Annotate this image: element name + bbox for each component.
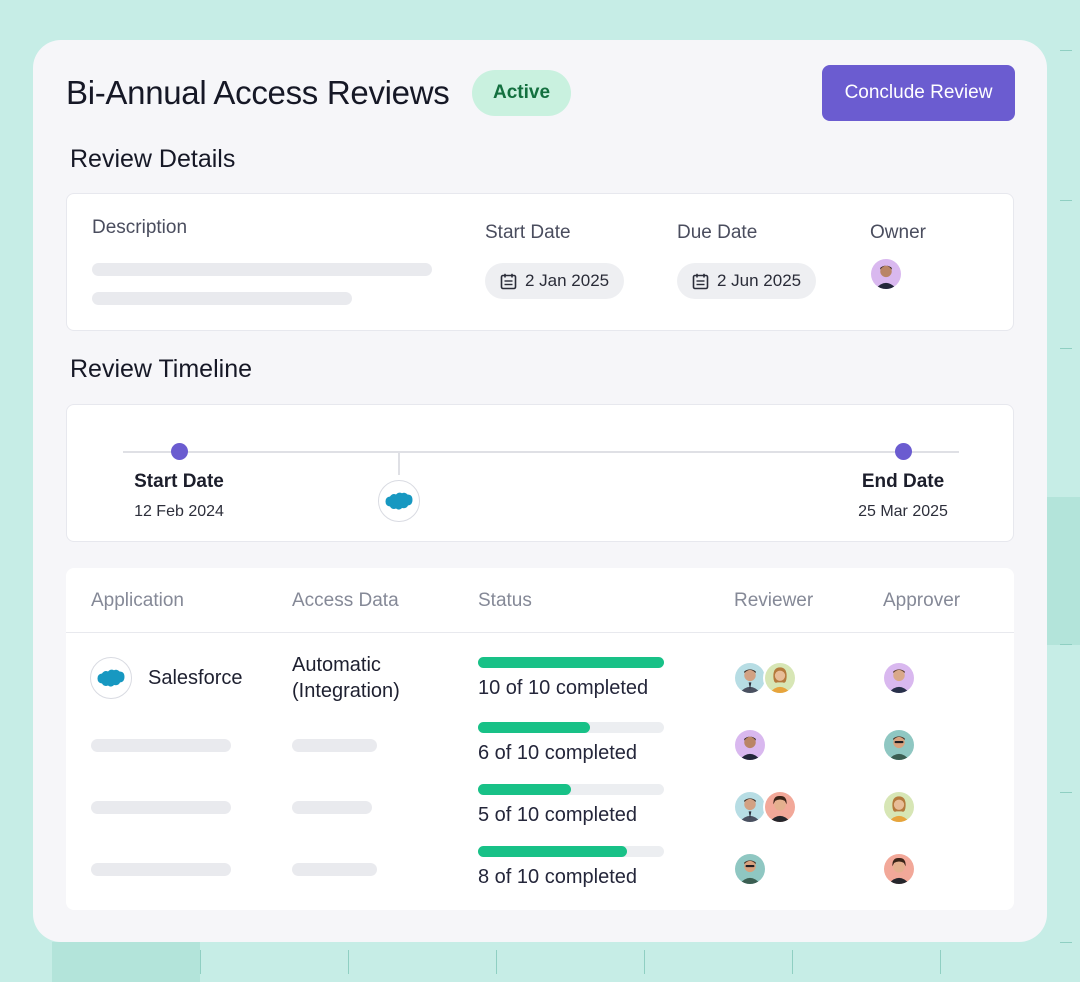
access-data-type-detail: (Integration): [292, 680, 400, 702]
progress-fill: [478, 846, 627, 857]
description-placeholder-line: [92, 292, 352, 305]
review-timeline-heading: Review Timeline: [70, 355, 253, 383]
description-label: Description: [92, 217, 188, 238]
column-header-approver[interactable]: Approver: [883, 590, 960, 612]
access-data-placeholder: [292, 801, 372, 814]
access-data-placeholder: [292, 739, 377, 752]
salesforce-app-icon: [90, 657, 132, 699]
page-title: Bi-Annual Access Reviews: [66, 74, 450, 111]
salesforce-logo-icon: [385, 492, 413, 510]
due-date-label: Due Date: [677, 222, 758, 243]
start-date-pill[interactable]: 2 Jan 2025: [485, 263, 625, 299]
review-timeline-panel: Start Date 12 Feb 2024 End Date 25 Mar 2…: [66, 404, 1014, 542]
progress-fill: [478, 722, 590, 733]
reviewer-avatar[interactable]: [733, 790, 767, 824]
reviewer-avatar[interactable]: [733, 661, 767, 695]
status-badge: Active: [472, 70, 571, 116]
review-details-panel: Description Start Date 2 Jan 2025 Due Da…: [66, 193, 1014, 331]
approver-avatar[interactable]: [882, 852, 916, 886]
salesforce-logo-icon: [97, 669, 125, 687]
start-date-label: Start Date: [485, 222, 571, 243]
timeline-start-date: 12 Feb 2024: [134, 503, 224, 520]
reviewer-avatar[interactable]: [763, 661, 797, 695]
progress-bar: [478, 846, 664, 857]
approver-avatar[interactable]: [882, 728, 916, 762]
column-header-access-data[interactable]: Access Data: [292, 590, 399, 612]
salesforce-milestone[interactable]: [378, 480, 420, 522]
access-data-type: Automatic: [292, 654, 381, 676]
due-date-pill[interactable]: 2 Jun 2025: [677, 263, 817, 299]
progress-bar: [478, 722, 664, 733]
due-date-value: 2 Jun 2025: [717, 271, 802, 290]
reviewer-avatar[interactable]: [763, 790, 797, 824]
timeline-end-label: End Date: [861, 471, 945, 492]
application-placeholder: [91, 739, 231, 752]
owner-avatar[interactable]: [869, 257, 903, 291]
column-header-reviewer[interactable]: Reviewer: [734, 590, 813, 612]
timeline-end-marker[interactable]: [895, 443, 912, 460]
status-text: 10 of 10 completed: [478, 677, 649, 699]
reviewer-avatar[interactable]: [733, 728, 767, 762]
approver-avatar[interactable]: [882, 661, 916, 695]
timeline-milestone-connector: [398, 451, 400, 475]
column-header-status[interactable]: Status: [478, 590, 532, 612]
description-placeholder-line: [92, 263, 432, 276]
status-text: 6 of 10 completed: [478, 742, 637, 764]
application-placeholder: [91, 801, 231, 814]
access-data-placeholder: [292, 863, 377, 876]
column-header-application[interactable]: Application: [91, 590, 184, 612]
application-placeholder: [91, 863, 231, 876]
timeline-start-marker[interactable]: [171, 443, 188, 460]
timeline-start-label: Start Date: [134, 471, 224, 492]
status-text: 5 of 10 completed: [478, 804, 637, 826]
applications-table: Application Access Data Status Reviewer …: [66, 568, 1014, 910]
calendar-icon: [500, 273, 517, 289]
application-name[interactable]: Salesforce: [148, 666, 243, 691]
review-card: Bi-Annual Access Reviews Active Conclude…: [33, 40, 1047, 942]
calendar-icon: [692, 273, 709, 289]
progress-fill: [478, 657, 664, 668]
review-details-heading: Review Details: [70, 145, 236, 173]
conclude-review-button[interactable]: Conclude Review: [822, 65, 1015, 121]
timeline-end-date: 25 Mar 2025: [858, 503, 948, 520]
reviewer-avatar[interactable]: [733, 852, 767, 886]
progress-bar: [478, 784, 664, 795]
progress-bar: [478, 657, 664, 668]
status-text: 8 of 10 completed: [478, 866, 637, 888]
start-date-value: 2 Jan 2025: [525, 271, 610, 290]
owner-label: Owner: [870, 222, 926, 243]
header-divider: [66, 632, 1014, 633]
timeline-track: [123, 451, 959, 453]
progress-fill: [478, 784, 571, 795]
approver-avatar[interactable]: [882, 790, 916, 824]
